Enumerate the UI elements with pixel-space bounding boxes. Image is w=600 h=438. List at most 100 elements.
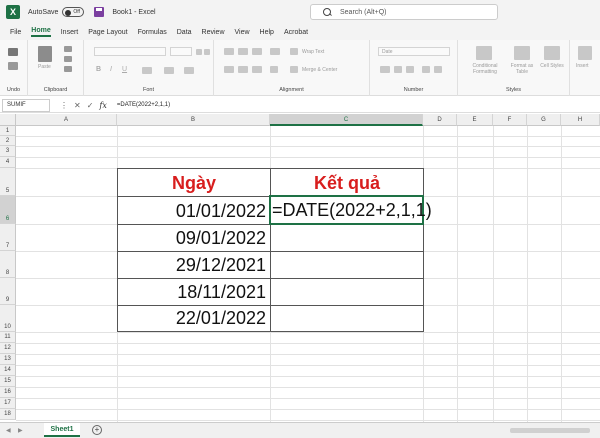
merge-center-icon[interactable] (290, 66, 298, 73)
font-color-icon[interactable] (184, 67, 194, 74)
comma-icon[interactable] (406, 66, 414, 73)
header-ngay[interactable]: Ngày (118, 169, 270, 197)
format-as-table-icon[interactable] (514, 46, 530, 60)
align-top-icon[interactable] (224, 48, 234, 55)
tab-home[interactable]: Home (31, 27, 51, 37)
row-header-6[interactable]: 6 (0, 196, 16, 224)
align-left-icon[interactable] (224, 66, 234, 73)
header-ket-qua[interactable]: Kết quả (271, 169, 423, 197)
row-header-5[interactable]: 5 (0, 168, 16, 196)
format-painter-icon[interactable] (64, 66, 72, 72)
date-cell-5[interactable]: 22/01/2022 (118, 306, 270, 331)
row-header-1[interactable]: 1 (0, 126, 16, 136)
redo-icon[interactable] (8, 62, 18, 70)
decrease-font-icon[interactable] (204, 49, 210, 55)
more-options-icon[interactable]: ⋮ (60, 101, 68, 110)
column-header-e[interactable]: E (457, 114, 493, 126)
indent-icon[interactable] (270, 66, 278, 73)
next-sheet-icon[interactable]: ▶ (18, 427, 23, 434)
row-header-18[interactable]: 18 (0, 409, 16, 420)
column-header-c[interactable]: C (270, 114, 423, 126)
autosave-toggle[interactable]: Off (62, 7, 85, 17)
row-header-17[interactable]: 17 (0, 398, 16, 409)
row-header-12[interactable]: 12 (0, 343, 16, 354)
active-cell-formula[interactable]: =DATE(2022+2,1,1) (272, 198, 432, 222)
column-header-f[interactable]: F (493, 114, 527, 126)
undo-icon[interactable] (8, 48, 18, 56)
cell-styles-label[interactable]: Cell Styles (540, 63, 564, 69)
wrap-text-icon[interactable] (290, 48, 298, 55)
row-header-3[interactable]: 3 (0, 146, 16, 157)
align-right-icon[interactable] (252, 66, 262, 73)
cut-icon[interactable] (64, 46, 72, 52)
tab-file[interactable]: File (10, 29, 21, 36)
copy-icon[interactable] (64, 56, 72, 62)
borders-icon[interactable] (142, 67, 152, 74)
insert-label[interactable]: Insert (576, 63, 589, 69)
number-format-dropdown[interactable]: Date (378, 47, 450, 56)
date-cell-4[interactable]: 18/11/2021 (118, 279, 270, 306)
result-cell-3[interactable] (271, 252, 423, 279)
cell-styles-icon[interactable] (544, 46, 560, 60)
increase-decimal-icon[interactable] (422, 66, 430, 73)
row-header-9[interactable]: 9 (0, 278, 16, 305)
tab-insert[interactable]: Insert (61, 29, 79, 36)
row-header-8[interactable]: 8 (0, 251, 16, 278)
insert-function-icon[interactable]: fx (99, 101, 106, 110)
horizontal-scrollbar[interactable] (510, 428, 590, 433)
row-header-11[interactable]: 11 (0, 332, 16, 343)
row-header-16[interactable]: 16 (0, 387, 16, 398)
font-name-dropdown[interactable] (94, 47, 166, 56)
conditional-formatting-icon[interactable] (476, 46, 492, 60)
fill-color-icon[interactable] (164, 67, 174, 74)
prev-sheet-icon[interactable]: ◀ (6, 427, 11, 434)
percent-icon[interactable] (394, 66, 402, 73)
tab-review[interactable]: Review (202, 29, 225, 36)
column-header-h[interactable]: H (561, 114, 600, 126)
worksheet-grid[interactable]: A B C D E F G H 1 2 3 4 5 6 7 8 9 10 11 … (0, 114, 600, 422)
align-bottom-icon[interactable] (252, 48, 262, 55)
align-center-icon[interactable] (238, 66, 248, 73)
enter-icon[interactable]: ✓ (87, 101, 94, 110)
currency-icon[interactable] (380, 66, 390, 73)
paste-icon[interactable] (38, 46, 52, 62)
wrap-text-label[interactable]: Wrap Text (302, 49, 324, 55)
row-header-10[interactable]: 10 (0, 305, 16, 332)
row-header-4[interactable]: 4 (0, 157, 16, 168)
insert-cells-icon[interactable] (578, 46, 592, 60)
result-cell-2[interactable] (271, 225, 423, 252)
result-cell-5[interactable] (271, 306, 423, 331)
orientation-icon[interactable] (270, 48, 280, 55)
formula-input[interactable]: =DATE(2022+2,1,1) (117, 102, 170, 108)
row-header-2[interactable]: 2 (0, 136, 16, 146)
date-cell-3[interactable]: 29/12/2021 (118, 252, 270, 279)
row-header-13[interactable]: 13 (0, 354, 16, 365)
tab-page-layout[interactable]: Page Layout (88, 29, 127, 36)
column-header-a[interactable]: A (16, 114, 117, 126)
format-as-table-label[interactable]: Format as Table (508, 63, 536, 75)
result-cell-4[interactable] (271, 279, 423, 306)
select-all-corner[interactable] (0, 114, 16, 126)
sheet-tab-sheet1[interactable]: Sheet1 (44, 423, 80, 437)
row-header-14[interactable]: 14 (0, 365, 16, 376)
date-cell-1[interactable]: 01/01/2022 (118, 197, 270, 225)
tab-data[interactable]: Data (177, 29, 192, 36)
row-header-15[interactable]: 15 (0, 376, 16, 387)
cancel-icon[interactable]: ✕ (74, 101, 81, 110)
tab-help[interactable]: Help (260, 29, 274, 36)
increase-font-icon[interactable] (196, 49, 202, 55)
tab-view[interactable]: View (235, 29, 250, 36)
decrease-decimal-icon[interactable] (434, 66, 442, 73)
conditional-formatting-label[interactable]: Conditional Formatting (464, 63, 506, 75)
column-header-b[interactable]: B (117, 114, 270, 126)
row-header-7[interactable]: 7 (0, 224, 16, 251)
date-cell-2[interactable]: 09/01/2022 (118, 225, 270, 252)
italic-icon[interactable]: I (110, 66, 112, 73)
search-box[interactable]: Search (Alt+Q) (310, 4, 498, 20)
save-icon[interactable] (94, 7, 105, 17)
merge-center-label[interactable]: Merge & Center (302, 67, 337, 73)
align-middle-icon[interactable] (238, 48, 248, 55)
column-header-g[interactable]: G (527, 114, 561, 126)
underline-icon[interactable]: U (122, 66, 127, 73)
bold-icon[interactable]: B (96, 66, 101, 73)
